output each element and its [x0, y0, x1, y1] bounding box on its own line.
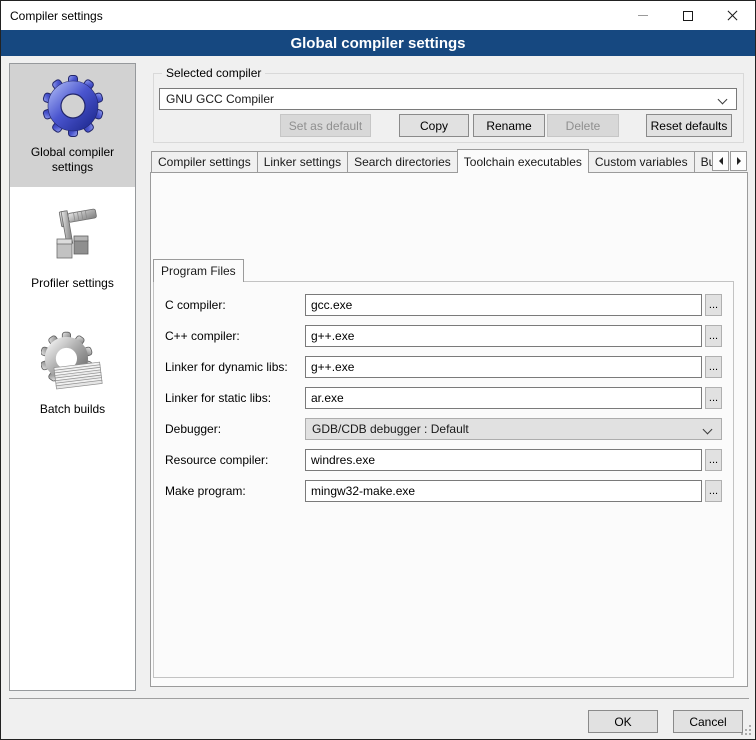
arrow-left-icon [719, 157, 723, 165]
ok-button[interactable]: OK [588, 710, 658, 733]
make-program-input[interactable] [305, 480, 702, 502]
copy-button[interactable]: Copy [399, 114, 469, 137]
tab-scroll-left-button[interactable] [712, 151, 729, 171]
linker-static-label: Linker for static libs: [165, 391, 305, 405]
field-row-resource-compiler: Resource compiler: ... [165, 449, 722, 471]
tab-build-options[interactable]: Build options [694, 151, 712, 173]
caliper-icon [41, 205, 105, 269]
debugger-label: Debugger: [165, 422, 305, 436]
delete-button[interactable]: Delete [547, 114, 619, 137]
set-as-default-button[interactable]: Set as default [280, 114, 371, 137]
cpp-compiler-browse-button[interactable]: ... [705, 325, 722, 347]
resource-compiler-label: Resource compiler: [165, 453, 305, 467]
tab-scroll-right-button[interactable] [730, 151, 747, 171]
window-controls [620, 1, 755, 30]
c-compiler-browse-button[interactable]: ... [705, 294, 722, 316]
tab-toolchain-executables[interactable]: Toolchain executables [457, 149, 589, 173]
sidebar-item-label: Global compiler settings [12, 145, 133, 175]
tab-compiler-settings[interactable]: Compiler settings [151, 151, 258, 173]
field-row-debugger: Debugger: GDB/CDB debugger : Default [165, 418, 722, 440]
close-button[interactable] [710, 1, 755, 30]
compiler-select[interactable]: GNU GCC Compiler [159, 88, 737, 110]
compiler-select-value: GNU GCC Compiler [166, 92, 274, 106]
blue-gear-icon [41, 74, 105, 138]
resize-grip[interactable] [749, 733, 751, 735]
page-title: Global compiler settings [1, 30, 755, 56]
make-program-label: Make program: [165, 484, 305, 498]
debugger-select[interactable]: GDB/CDB debugger : Default [305, 418, 722, 440]
linker-static-input[interactable] [305, 387, 702, 409]
cpp-compiler-label: C++ compiler: [165, 329, 305, 343]
cancel-button[interactable]: Cancel [673, 710, 743, 733]
sidebar-item-label: Profiler settings [12, 276, 133, 291]
sidebar-item-label: Batch builds [12, 402, 133, 417]
field-row-c-compiler: C compiler: ... [165, 294, 722, 316]
sidebar-item-batch-builds[interactable]: Batch builds [10, 321, 135, 429]
program-files-page: C compiler: ... C++ compiler: ... Linker… [153, 281, 734, 678]
maximize-button[interactable] [665, 1, 710, 30]
gray-gear-paper-stack-icon [41, 331, 105, 395]
chevron-down-icon [703, 425, 713, 435]
field-row-make-program: Make program: ... [165, 480, 722, 502]
close-icon [727, 10, 738, 21]
chevron-down-icon [718, 95, 728, 105]
footer-divider [9, 698, 749, 699]
titlebar: Compiler settings [1, 1, 755, 30]
linker-dynamic-label: Linker for dynamic libs: [165, 360, 305, 374]
c-compiler-input[interactable] [305, 294, 702, 316]
settings-tabbar: Compiler settings Linker settings Search… [151, 149, 712, 173]
tab-linker-settings[interactable]: Linker settings [257, 151, 348, 173]
rename-button[interactable]: Rename [473, 114, 545, 137]
linker-dynamic-browse-button[interactable]: ... [705, 356, 722, 378]
tab-search-directories[interactable]: Search directories [347, 151, 458, 173]
field-row-cpp-compiler: C++ compiler: ... [165, 325, 722, 347]
window-title: Compiler settings [1, 9, 103, 23]
sidebar-item-global-compiler-settings[interactable]: Global compiler settings [10, 64, 135, 187]
resource-compiler-browse-button[interactable]: ... [705, 449, 722, 471]
minimize-button[interactable] [620, 1, 665, 30]
resource-compiler-input[interactable] [305, 449, 702, 471]
cpp-compiler-input[interactable] [305, 325, 702, 347]
compiler-settings-dialog: Compiler settings Global compiler settin… [0, 0, 756, 740]
settings-category-list: Global compiler settings [9, 63, 136, 691]
minimize-icon [638, 15, 648, 16]
linker-static-browse-button[interactable]: ... [705, 387, 722, 409]
linker-dynamic-input[interactable] [305, 356, 702, 378]
field-row-linker-dynamic: Linker for dynamic libs: ... [165, 356, 722, 378]
field-row-linker-static: Linker for static libs: ... [165, 387, 722, 409]
arrow-right-icon [737, 157, 741, 165]
debugger-select-value: GDB/CDB debugger : Default [312, 422, 469, 436]
tab-custom-variables[interactable]: Custom variables [588, 151, 695, 173]
subtab-program-files[interactable]: Program Files [153, 259, 244, 282]
make-program-browse-button[interactable]: ... [705, 480, 722, 502]
maximize-icon [683, 11, 693, 21]
sidebar-item-profiler-settings[interactable]: Profiler settings [10, 195, 135, 303]
selected-compiler-group-label: Selected compiler [162, 66, 265, 80]
reset-defaults-button[interactable]: Reset defaults [646, 114, 732, 137]
c-compiler-label: C compiler: [165, 298, 305, 312]
